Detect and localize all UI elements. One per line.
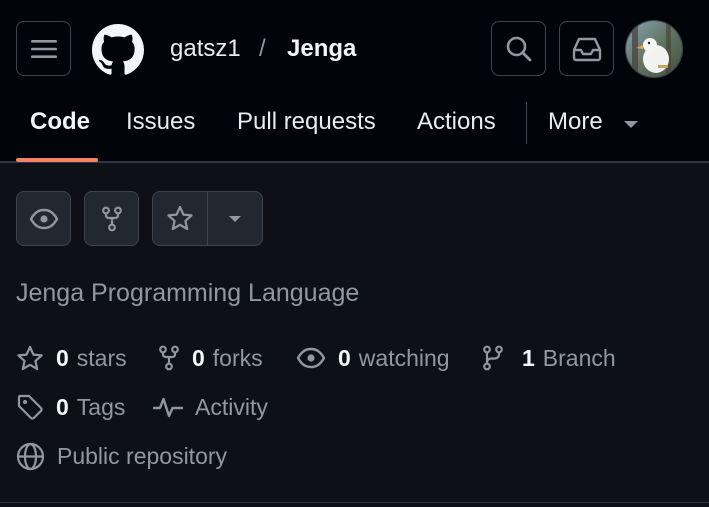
- inbox-icon: [572, 37, 601, 61]
- nav-divider: [526, 102, 527, 144]
- branches-count: 1: [522, 344, 535, 371]
- avatar-image: [626, 21, 682, 77]
- watching-count: 0: [338, 344, 351, 371]
- active-tab-indicator: [16, 158, 98, 162]
- repo-description: Jenga Programming Language: [16, 279, 360, 307]
- eye-icon: [29, 208, 58, 229]
- pulse-icon: [153, 397, 183, 418]
- tab-pull-requests[interactable]: Pull requests: [237, 104, 376, 140]
- triangle-down-icon: [228, 215, 241, 222]
- tag-icon: [17, 394, 43, 420]
- user-avatar[interactable]: [625, 20, 683, 78]
- github-logo-icon[interactable]: [92, 24, 144, 76]
- visibility-info: Public repository: [16, 439, 227, 473]
- triangle-down-icon: [623, 121, 638, 128]
- activity-label: Activity: [195, 393, 268, 420]
- app-header: gatsz1 / Jenga Code Issues Pull requests…: [0, 0, 709, 163]
- tab-issues[interactable]: Issues: [126, 104, 195, 140]
- tab-more[interactable]: More: [548, 104, 639, 140]
- fork-button[interactable]: [84, 191, 139, 246]
- repo-forked-icon: [159, 345, 179, 371]
- menu-button[interactable]: [16, 21, 71, 76]
- branches-link[interactable]: 1 Branch: [482, 341, 616, 375]
- star-list-dropdown-button[interactable]: [208, 192, 263, 245]
- forks-label: forks: [212, 344, 263, 371]
- tab-actions[interactable]: Actions: [417, 104, 496, 140]
- inbox-button[interactable]: [559, 21, 614, 76]
- globe-icon: [16, 442, 45, 470]
- breadcrumb-separator: /: [259, 35, 266, 62]
- repo-forked-icon: [101, 206, 122, 231]
- section-divider: [0, 502, 709, 503]
- search-button[interactable]: [491, 21, 546, 76]
- eye-icon: [296, 347, 326, 369]
- breadcrumb-repo[interactable]: Jenga: [287, 32, 356, 66]
- tab-more-label: More: [548, 108, 603, 135]
- watch-button[interactable]: [16, 191, 71, 246]
- branches-label: Branch: [542, 344, 616, 371]
- stars-label: stars: [76, 344, 127, 371]
- activity-link[interactable]: Activity: [153, 390, 268, 424]
- watching-link[interactable]: 0 watching: [296, 341, 450, 375]
- tags-count: 0: [56, 393, 69, 420]
- star-icon: [17, 345, 43, 370]
- star-button[interactable]: [153, 192, 208, 245]
- forks-count: 0: [192, 344, 205, 371]
- hamburger-menu-icon: [30, 39, 57, 58]
- tags-link[interactable]: 0 Tags: [16, 390, 125, 424]
- star-icon: [167, 205, 193, 231]
- tags-label: Tags: [76, 393, 126, 420]
- watching-label: watching: [358, 344, 450, 371]
- visibility-label: Public repository: [57, 442, 228, 469]
- search-icon: [506, 36, 531, 61]
- stars-link[interactable]: 0 stars: [16, 341, 127, 375]
- tab-code[interactable]: Code: [30, 104, 90, 140]
- forks-link[interactable]: 0 forks: [158, 341, 263, 375]
- stars-count: 0: [56, 344, 69, 371]
- breadcrumb-owner[interactable]: gatsz1: [170, 32, 241, 66]
- star-button-group: [152, 191, 263, 246]
- git-branch-icon: [483, 345, 503, 371]
